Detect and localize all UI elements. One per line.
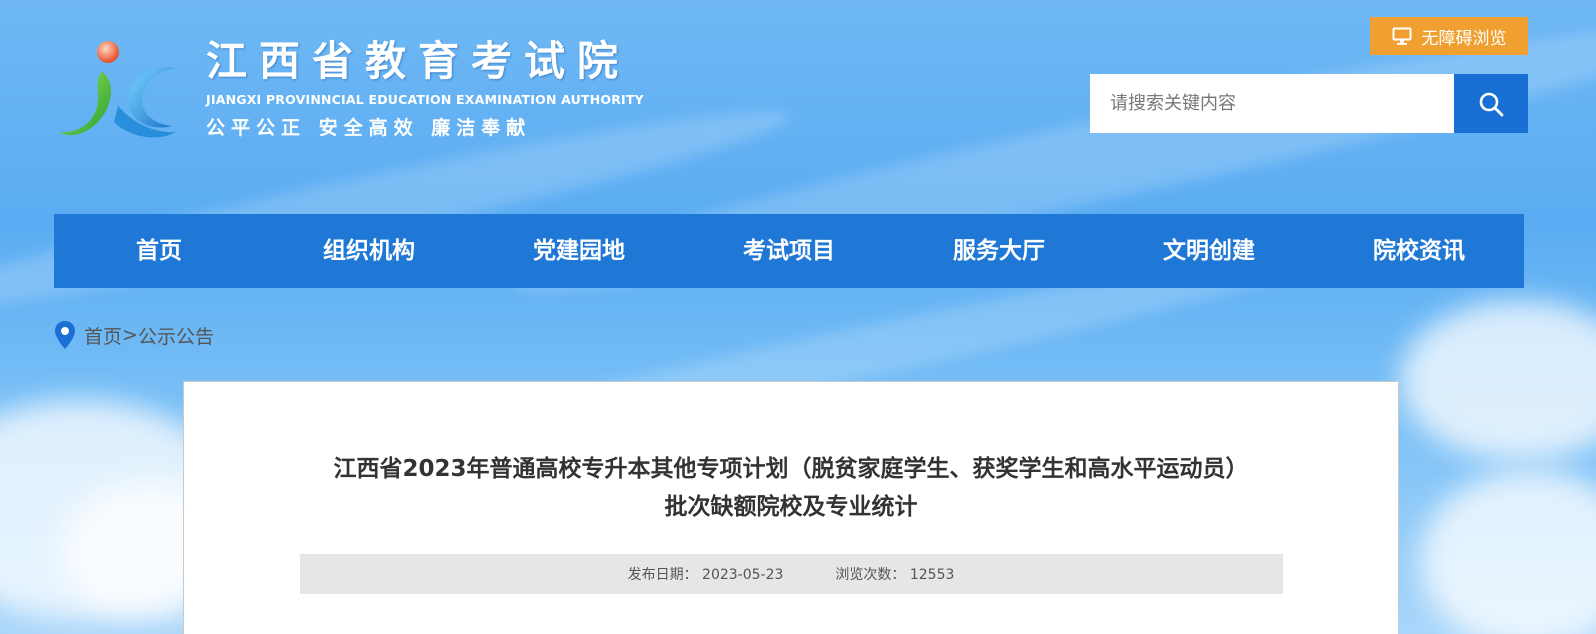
nav-item-party-building[interactable]: 党建园地: [474, 214, 684, 288]
search-button[interactable]: [1454, 74, 1528, 133]
publish-date-value: 2023-05-23: [702, 567, 784, 583]
nav-item-organization[interactable]: 组织机构: [264, 214, 474, 288]
site-title: 江西省教育考试院: [206, 37, 630, 85]
publish-date-group: 发布日期： 2023-05-23: [628, 564, 784, 584]
nav-item-home[interactable]: 首页: [54, 214, 264, 288]
site-title-block: 江西省教育考试院 JIANGXI PROVINNCIAL EDUCATION E…: [206, 36, 644, 140]
accessibility-button[interactable]: 无障碍浏览: [1370, 17, 1528, 55]
publish-date-label: 发布日期：: [627, 567, 698, 583]
logo-icon[interactable]: [58, 38, 182, 146]
view-count-label: 浏览次数：: [835, 567, 906, 583]
main-nav: 首页 组织机构 党建园地 考试项目 服务大厅 文明创建 院校资讯: [54, 214, 1524, 288]
article-title-line-2: 批次缺额院校及专业统计: [664, 494, 918, 520]
breadcrumb-current-link[interactable]: 公示公告: [138, 322, 214, 349]
view-count-value: 12553: [909, 567, 955, 583]
location-pin-icon: [55, 321, 75, 349]
nav-item-exam-projects[interactable]: 考试项目: [684, 214, 894, 288]
breadcrumb-separator: >: [122, 324, 138, 346]
view-count-group: 浏览次数： 12553: [835, 564, 954, 584]
breadcrumb: 首页 > 公示公告: [54, 320, 214, 350]
nav-item-service-hall[interactable]: 服务大厅: [894, 214, 1104, 288]
search-input[interactable]: [1090, 74, 1454, 133]
site-title-english: JIANGXI PROVINNCIAL EDUCATION EXAMINATIO…: [206, 92, 644, 107]
accessibility-label: 无障碍浏览: [1421, 28, 1507, 49]
site-motto: 公平公正 安全高效 廉洁奉献: [206, 117, 532, 139]
search-icon: [1479, 92, 1504, 116]
monitor-icon: [1392, 27, 1411, 45]
article-title: 江西省2023年普通高校专升本其他专项计划（脱贫家庭学生、获奖学生和高水平运动员…: [184, 450, 1398, 526]
nav-item-civilization[interactable]: 文明创建: [1104, 214, 1314, 288]
article-title-line-1: 江西省2023年普通高校专升本其他专项计划（脱贫家庭学生、获奖学生和高水平运动员…: [333, 456, 1249, 482]
article-meta-bar: 发布日期： 2023-05-23 浏览次数： 12553: [299, 554, 1283, 594]
search-box: [1090, 74, 1528, 133]
breadcrumb-home-link[interactable]: 首页: [84, 322, 122, 349]
article-panel: 江西省2023年普通高校专升本其他专项计划（脱贫家庭学生、获奖学生和高水平运动员…: [183, 381, 1399, 634]
nav-item-college-news[interactable]: 院校资讯: [1314, 214, 1524, 288]
